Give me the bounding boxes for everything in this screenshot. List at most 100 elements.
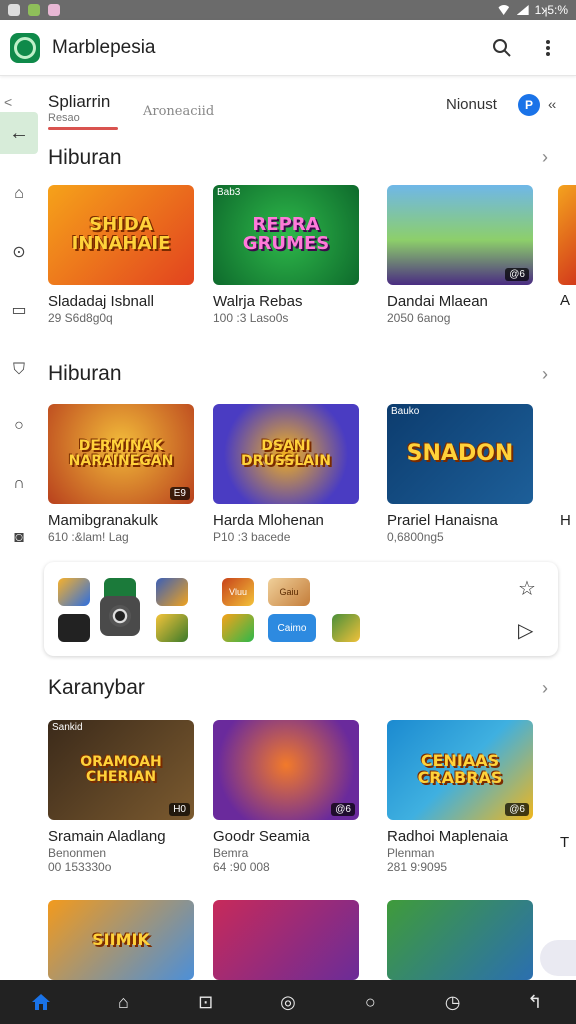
more-vert-icon[interactable] — [536, 36, 560, 60]
thumb-badge: @6 — [331, 803, 355, 816]
game-meta-2: 281 9:9095 — [387, 860, 448, 874]
star-icon[interactable]: ☆ — [518, 576, 536, 601]
section-title-3: Karanybar — [48, 676, 145, 699]
game-meta-2: 00 153330o — [48, 860, 112, 874]
nav-record-icon[interactable]: ◎ — [276, 990, 300, 1014]
game-card[interactable]: SIIMIK — [48, 900, 194, 980]
game-card[interactable]: CENIAAS CRABRAS @6 Radhoi Maplenaia Plen… — [387, 720, 533, 874]
app-notification-icon — [28, 4, 40, 16]
game-thumbnail: DSANI DRUSSLAIN — [213, 404, 359, 504]
game-title: Harda Mlohenan — [213, 512, 324, 529]
game-title: Sladadaj Isbnall — [48, 293, 154, 310]
game-thumbnail: Sankid ORAMOAH CHERIAN H0 — [48, 720, 194, 820]
tab-primary[interactable]: Spliarrin — [48, 92, 110, 112]
nav-history-icon[interactable]: ◷ — [441, 990, 465, 1014]
play-icon[interactable]: ▷ — [518, 618, 533, 643]
game-card[interactable]: DSANI DRUSSLAIN Harda Mlohenan P10 :3 ba… — [213, 404, 359, 544]
status-text: 1ʞ5:% — [534, 3, 568, 17]
clock-icon[interactable]: ○ — [9, 416, 29, 436]
wifi-icon — [496, 5, 511, 15]
thumb-badge: H0 — [169, 803, 190, 816]
game-title: Radhoi Maplenaia — [387, 828, 508, 845]
nav-back-icon[interactable]: ↰ — [523, 990, 547, 1014]
game-card[interactable]: Bab3 REPRA GRUMES Walrja Rebas 100 :3 La… — [213, 185, 359, 325]
left-rail: ← ⌂ ⊙ ▭ ⛉ ○ ∩ ◙ — [0, 112, 38, 552]
mini-app-icon[interactable] — [222, 614, 254, 642]
game-card[interactable]: DERMINAK NARAINEGAN E9 Mamibgranakulk 61… — [48, 404, 194, 544]
nav-library-icon[interactable]: ⊡ — [194, 990, 218, 1014]
game-meta: Plenman — [387, 846, 435, 860]
thumb-corner-label: Bauko — [391, 406, 420, 417]
thumb-badge: E9 — [169, 487, 190, 500]
nav-home-icon[interactable] — [29, 990, 53, 1014]
game-title: Sramain Aladlang — [48, 828, 166, 845]
thumb-badge: @6 — [505, 803, 529, 816]
mini-app-icon[interactable]: Vluu — [222, 578, 254, 606]
mini-app-icon[interactable] — [156, 614, 188, 642]
partial-card-title: A — [560, 292, 571, 309]
camera-app-icon[interactable] — [100, 596, 140, 636]
tab-back-chevron-icon[interactable]: < — [4, 94, 12, 110]
message-notification-icon — [48, 4, 60, 16]
nav-explore-icon[interactable]: ⌂ — [111, 990, 135, 1014]
game-thumbnail — [213, 900, 359, 980]
game-card[interactable] — [213, 900, 359, 980]
mini-app-icon[interactable] — [58, 614, 90, 642]
shield-icon[interactable]: ⛉ — [9, 360, 29, 380]
search-icon[interactable] — [490, 36, 514, 60]
partial-card-title: H — [560, 512, 571, 529]
mini-app-icon[interactable] — [156, 578, 188, 606]
section-title-1: Hiburan — [48, 146, 122, 169]
tab-indicator — [48, 127, 118, 130]
game-card[interactable]: @6 Goodr Seamia Bemra 64 :90 008 — [213, 720, 359, 874]
game-meta: Benonmen — [48, 846, 107, 860]
tab-secondary[interactable]: Aroneaciid — [143, 104, 214, 119]
game-title: Dandai Mlaean — [387, 293, 488, 310]
section-1-chevron-icon[interactable]: › — [542, 147, 548, 168]
game-meta: P10 :3 bacede — [213, 530, 291, 544]
game-meta: 610 :&lam! Lag — [48, 530, 129, 544]
avatar[interactable]: P — [518, 94, 540, 116]
game-card[interactable]: SHIDA INNAHAIE Sladadaj Isbnall 29 S6d8g… — [48, 185, 194, 325]
floating-scroll-button[interactable] — [540, 940, 576, 976]
game-meta: Bemra — [213, 846, 249, 860]
mini-app-icon[interactable]: Caimo — [268, 614, 316, 642]
game-thumbnail — [387, 900, 533, 980]
tab-right-label[interactable]: Nionust — [446, 96, 497, 113]
thumb-corner-label: Sankid — [52, 722, 83, 733]
section-3-chevron-icon[interactable]: › — [542, 678, 548, 699]
game-card[interactable]: @6 Dandai Mlaean 2050 6anog — [387, 185, 533, 325]
game-card[interactable]: Sankid ORAMOAH CHERIAN H0 Sramain Aladla… — [48, 720, 194, 874]
mini-app-icon[interactable]: Gaiu — [268, 578, 310, 606]
game-meta: 0,6800ng5 — [387, 530, 444, 544]
tablet-icon[interactable]: ▭ — [9, 300, 29, 320]
game-thumbnail: @6 — [213, 720, 359, 820]
app-title: Marblepesia — [52, 36, 156, 58]
door-icon[interactable]: ∩ — [9, 474, 29, 494]
game-thumbnail: Bauko SNADON — [387, 404, 533, 504]
game-meta: 2050 6anog — [387, 311, 451, 325]
game-title: Walrja Rebas — [213, 293, 303, 310]
location-icon[interactable]: ⊙ — [9, 242, 29, 262]
game-card[interactable] — [387, 900, 533, 980]
notification-icon — [8, 4, 20, 16]
game-thumbnail: DERMINAK NARAINEGAN E9 — [48, 404, 194, 504]
home-icon[interactable]: ⌂ — [9, 184, 29, 204]
mini-app-icon[interactable] — [58, 578, 90, 606]
game-meta: 29 S6d8g0q — [48, 311, 113, 325]
app-logo-icon — [10, 32, 40, 63]
nav-circle-icon[interactable]: ○ — [358, 990, 382, 1014]
mini-app-icon[interactable] — [332, 614, 360, 642]
section-2-chevron-icon[interactable]: › — [542, 364, 548, 385]
tab-bar: < Spliarrin Resao Aroneaciid Nionust P ‹… — [0, 82, 576, 134]
partial-game-card[interactable] — [558, 185, 576, 285]
game-card[interactable]: Bauko SNADON Prariel Hanaisna 0,6800ng5 — [387, 404, 533, 544]
game-meta: 100 :3 Laso0s — [213, 311, 289, 325]
tab-more-icon[interactable]: ‹‹ — [548, 96, 556, 112]
thumb-badge: @6 — [505, 268, 529, 281]
game-thumbnail: @6 — [387, 185, 533, 285]
status-bar: 1ʞ5:% — [0, 0, 576, 20]
camera-icon[interactable]: ◙ — [9, 528, 29, 548]
game-thumbnail: CENIAAS CRABRAS @6 — [387, 720, 533, 820]
rail-back-arrow-icon[interactable]: ← — [0, 112, 38, 154]
